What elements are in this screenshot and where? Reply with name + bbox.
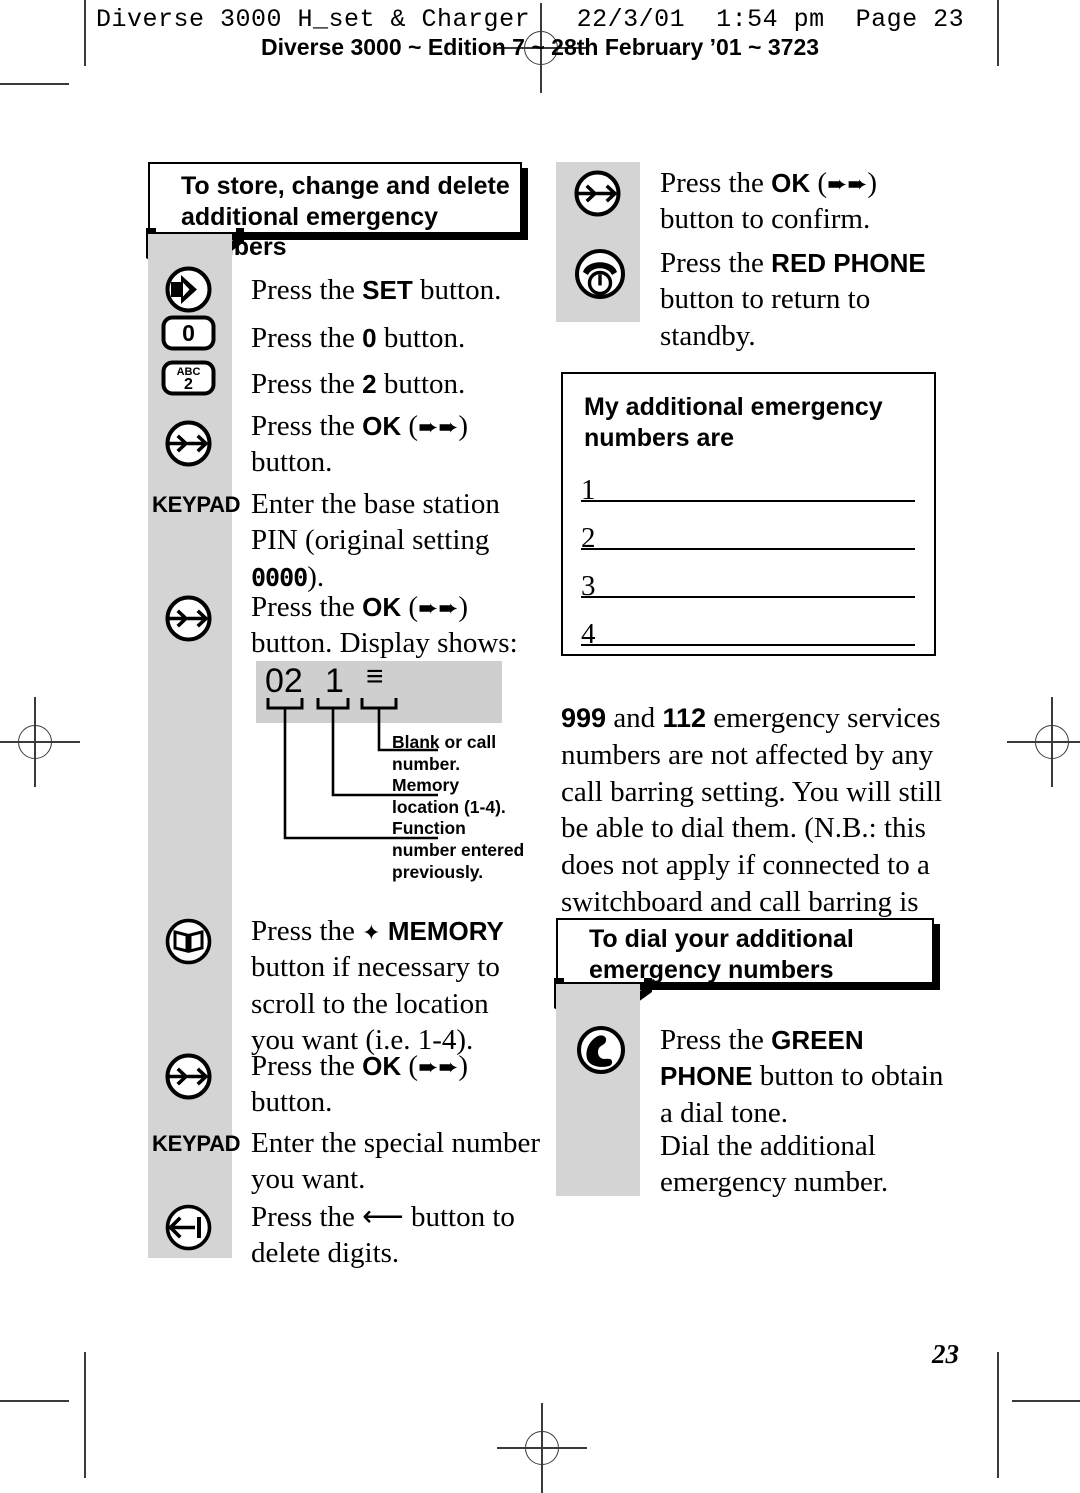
banner2-title-line1: To dial your additional [589, 925, 854, 953]
step-text-dial-number: Dial the additional emergency number. [660, 1130, 889, 1199]
step-text-press-ok-confirm: Press the OK (➨➨) button to confirm. [660, 167, 877, 236]
memory-button-icon[interactable] [161, 918, 216, 965]
delete-button-icon[interactable] [161, 1204, 216, 1251]
step-text-press-red-phone: Press the RED PHONE button to return to … [660, 247, 926, 352]
my-numbers-box-title: My additional emergency numbers are [584, 392, 914, 455]
ok-button-icon-3[interactable] [161, 1053, 216, 1100]
svg-text:2: 2 [184, 376, 193, 393]
crop-mark-top-left-horizontal [0, 83, 69, 85]
ok-button-icon-2[interactable] [161, 595, 216, 642]
step-text-press-set: Press the SET button. [251, 274, 502, 306]
keypad-label-1: KEYPAD [152, 492, 241, 517]
crop-mark-bottom-left-vertical [84, 1352, 86, 1478]
section-banner-dial-additional: To dial your additional emergency number… [556, 918, 934, 984]
crop-mark-bottom-left-horizontal [0, 1400, 69, 1402]
my-numbers-row-1-label: 1 [581, 474, 596, 506]
banner-title-line1: To store, change and delete [181, 172, 510, 200]
my-numbers-row-2-label: 2 [581, 522, 596, 554]
ok-button-icon-1[interactable] [161, 420, 216, 467]
my-numbers-row-3-label: 3 [581, 570, 596, 602]
crop-mark-bottom-right-horizontal [1012, 1400, 1080, 1402]
svg-text:0: 0 [182, 320, 195, 346]
lcd-callout-memory-location: Memory location (1-4). [392, 775, 506, 817]
step-text-press-2: Press the 2 button. [251, 368, 466, 400]
lcd-char-blank-or-call: ≡ [366, 660, 384, 693]
step-text-enter-pin: Enter the base station PIN (original set… [251, 488, 500, 593]
print-slug: Diverse 3000 H_set & Charger 22/3/01 1:5… [96, 5, 965, 34]
right-icon-rail-bottom [556, 984, 640, 1196]
my-numbers-title-line2: numbers are [584, 424, 735, 453]
section-banner-store-change-delete: To store, change and delete additional e… [148, 162, 522, 261]
keypad-label-2: KEYPAD [152, 1131, 241, 1156]
red-phone-button-icon[interactable] [570, 248, 630, 300]
step-text-press-ok-1: Press the OK (➨➨) button. [251, 410, 468, 479]
green-phone-button-icon[interactable] [572, 1025, 630, 1075]
my-numbers-title-line1: My additional emergency [584, 393, 883, 421]
step-text-press-delete: Press the ⟵ button to delete digits. [251, 1201, 515, 1270]
step-text-press-ok-2: Press the OK (➨➨) button. [251, 1050, 468, 1119]
step-text-press-0: Press the 0 button. [251, 322, 466, 354]
lcd-callout-function-number: Function number entered previously. [392, 818, 525, 882]
set-button-icon[interactable] [161, 266, 216, 313]
ok-button-icon-4[interactable] [570, 170, 625, 217]
crop-mark-bottom-right-vertical [997, 1352, 999, 1478]
key-0-icon[interactable]: 0 [161, 315, 216, 351]
step-text-press-ok-display: Press the OK (➨➨) button. Display shows: [251, 591, 518, 660]
step-text-enter-special-number: Enter the special number you want. [251, 1127, 541, 1196]
step-text-press-green-phone: Press the GREEN PHONE button to obtain a… [660, 1024, 944, 1129]
step-text-press-memory: Press the ✦ MEMORY button if necessary t… [251, 915, 504, 1057]
my-numbers-row-4-label: 4 [581, 618, 596, 650]
lcd-callout-blank-or-call: Blank or call number. [392, 732, 497, 774]
key-2-abc-icon[interactable]: ABC 2 [161, 360, 216, 396]
page-number: 23 [932, 1339, 959, 1369]
edition-line: Diverse 3000 ~ Edition 7 ~ 28th February… [260, 34, 820, 60]
